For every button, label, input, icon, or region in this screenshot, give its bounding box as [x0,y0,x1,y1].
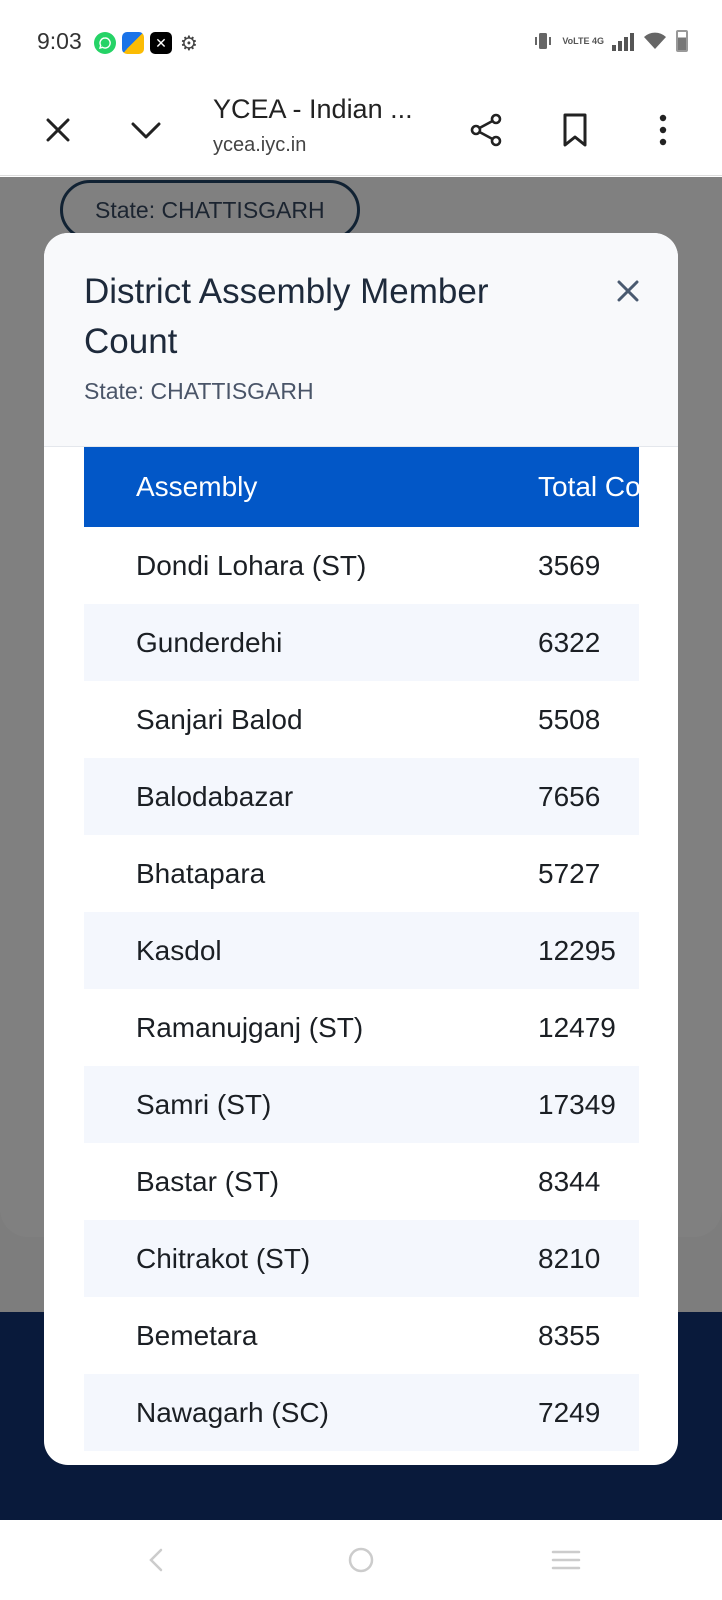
x-icon: ✕ [150,32,172,54]
cell-count: 6322 [538,626,601,658]
table-row: Bhatapara 5727 [84,835,639,912]
cell-assembly: Sanjari Balod [136,703,303,735]
cell-count: 8355 [538,1319,601,1351]
cell-assembly: Bhatapara [136,857,266,889]
settings-icon: ⚙ [180,32,198,55]
bookmark-icon [563,113,587,147]
back-icon [149,1548,163,1572]
page-url: ycea.iyc.in [213,134,307,156]
modal-title: District Assembly Member Count [84,272,489,361]
cell-count: 3569 [538,549,601,581]
table-row: Nawagarh (SC) 7249 [84,1374,639,1451]
signal-icon [612,31,634,51]
cell-assembly: Dondi Lohara (ST) [136,549,367,581]
files-icon [122,32,144,54]
table-row: Bastar (ST) 8344 [84,1143,639,1220]
browser-toolbar: YCEA - Indian ... ycea.iyc.in [0,84,722,176]
table-row: Kasdol 12295 [84,912,639,989]
cell-count: 7656 [538,780,601,812]
network-label: VoLTE 4G [562,36,604,46]
bookmark-button[interactable] [553,108,597,152]
cell-count: 7249 [538,1396,601,1428]
cell-count: 12479 [538,1011,616,1043]
battery-icon [676,30,688,52]
modal-header: District Assembly Member Count State: CH… [44,233,678,447]
whatsapp-icon [94,32,116,54]
table-row-partial [84,1451,639,1465]
table-row: Bemetara 8355 [84,1297,639,1374]
cell-assembly: Kasdol [136,934,222,966]
assembly-table[interactable]: Assembly Total Count Dondi Lohara (ST) 35… [84,447,639,1465]
table-row: Samri (ST) 17349 [84,1066,639,1143]
menu-icon [551,1550,581,1570]
volte-indicator: VoLTE 4G [562,36,604,46]
cell-assembly: Bastar (ST) [136,1165,280,1197]
cell-assembly: Samri (ST) [136,1088,272,1120]
table-row: Gunderdehi 6322 [84,604,639,681]
state-chip: State: CHATTISGARH [60,180,360,240]
status-time: 9:03 [37,28,82,54]
home-icon [348,1547,374,1573]
cell-count: 8210 [538,1242,601,1274]
table-row: Ramanujganj (ST) 12479 [84,989,639,1066]
more-options-button[interactable] [641,108,685,152]
more-vert-icon [659,114,667,146]
page-title: YCEA - Indian ... [213,94,413,124]
nav-recents-button[interactable] [546,1540,586,1580]
close-icon [617,280,639,302]
chevron-down-icon [131,122,161,139]
cell-assembly: Balodabazar [136,780,294,812]
cell-count: 5727 [538,857,601,889]
nav-back-button[interactable] [136,1540,176,1580]
table-row: Chitrakot (ST) 8210 [84,1220,639,1297]
cell-count: 12295 [538,934,616,966]
system-icons: VoLTE 4G [532,30,688,52]
close-icon [46,118,70,142]
share-button[interactable] [464,108,508,152]
share-icon [470,113,502,147]
close-tab-button[interactable] [36,108,80,152]
cell-count: 17349 [538,1088,616,1120]
cell-assembly: Chitrakot (ST) [136,1242,311,1274]
minimize-button[interactable] [124,108,168,152]
cell-count: 5508 [538,703,601,735]
cell-count: 8344 [538,1165,601,1197]
cell-assembly: Nawagarh (SC) [136,1396,329,1428]
notification-icons: ✕ ⚙ [94,32,200,55]
table-row: Sanjari Balod 5508 [84,681,639,758]
column-header-assembly[interactable]: Assembly [136,471,257,503]
table-header: Assembly Total Count [84,447,639,527]
modal-close-button[interactable] [610,273,646,309]
system-nav-bar [0,1520,722,1600]
nav-home-button[interactable] [341,1540,381,1580]
district-count-modal: District Assembly Member Count State: CH… [44,233,678,1465]
table-body: Dondi Lohara (ST) 3569 Gunderdehi 6322 San… [84,527,639,1465]
column-header-total-count[interactable]: Total Count [538,471,639,503]
modal-subtitle: State: CHATTISGARH [84,378,314,404]
cell-assembly: Ramanujganj (ST) [136,1011,364,1043]
vibrate-icon [535,33,552,49]
wifi-icon [644,32,666,49]
table-row: Balodabazar 7656 [84,758,639,835]
cell-assembly: Bemetara [136,1319,258,1351]
cell-assembly: Gunderdehi [136,626,283,658]
status-bar: 9:03 ✕ ⚙ VoLTE 4G [0,0,722,84]
table-row: Dondi Lohara (ST) 3569 [84,527,639,604]
